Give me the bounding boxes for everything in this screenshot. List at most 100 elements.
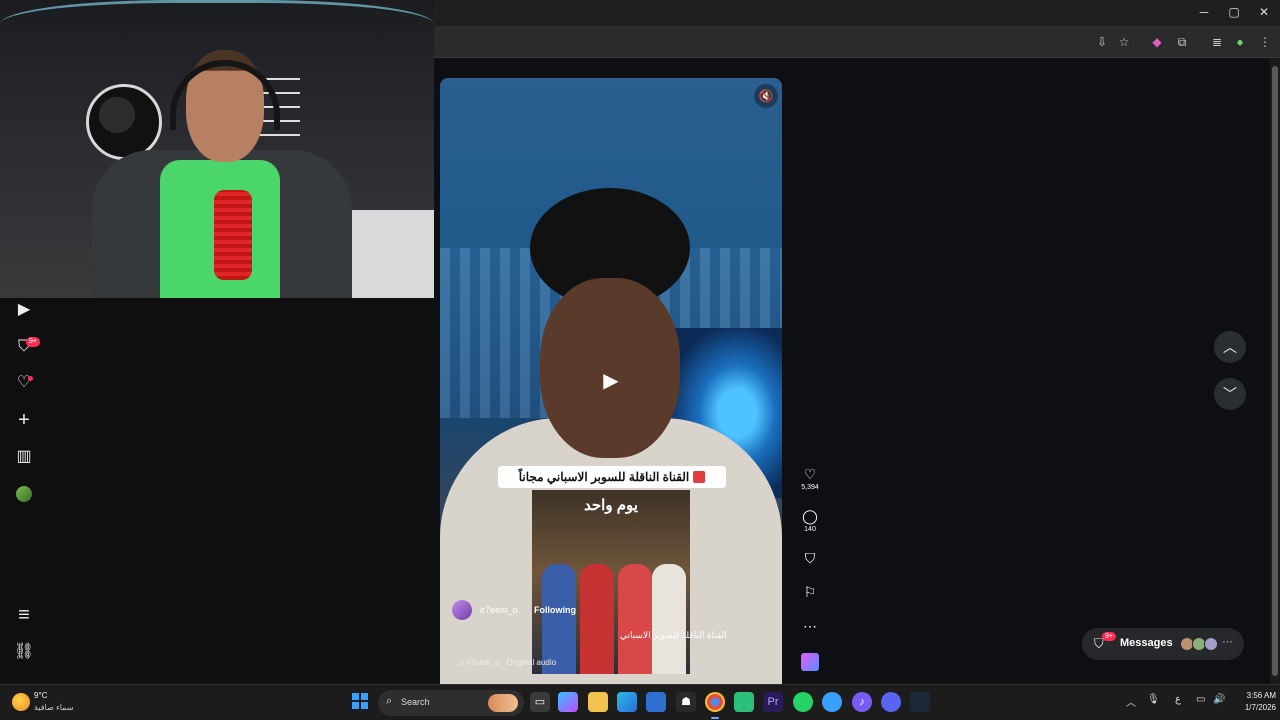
messages-button[interactable]: ⛉ 9+ Messages ⋯ [1082, 628, 1244, 660]
media-icon[interactable]: ≣ [1208, 33, 1226, 51]
active-indicator [711, 717, 719, 719]
whatsapp-icon[interactable] [793, 692, 813, 712]
comment-icon: ◯ [802, 508, 818, 524]
start-icon-part [352, 702, 359, 709]
like-button[interactable]: ♡ 5,394 [798, 465, 822, 491]
app-icon[interactable] [822, 692, 842, 712]
browser-toolbar: ⇩ ☆ ◆ ⧉ ≣ ● ⋮ [434, 26, 1280, 58]
bookmark-button[interactable]: ⚐ [798, 583, 822, 601]
comment-button[interactable]: ◯ 140 [798, 507, 822, 533]
share-button[interactable]: ⛉ [798, 549, 822, 567]
menu-icon[interactable]: ⋮ [1256, 33, 1274, 51]
analytics-icon[interactable]: ▥ [12, 445, 36, 469]
caption-text: القناة الناقلة للسوبر الاسباني مجاناً [518, 470, 690, 484]
task-view-icon[interactable]: ▭ [530, 692, 550, 712]
scrollbar-thumb[interactable] [1272, 66, 1278, 676]
share-icon: ⛉ [804, 550, 816, 566]
poster-title: يوم واحد [584, 497, 638, 514]
activity-dot [28, 376, 33, 381]
play-icon[interactable]: ▶ [598, 368, 624, 394]
video-poster: يوم واحد [532, 490, 690, 674]
chrome-icon[interactable] [705, 692, 725, 712]
steam-icon[interactable] [910, 692, 930, 712]
mute-icon[interactable]: 🔇 [754, 84, 778, 108]
inbox-icon[interactable]: ⛉ 9+ [12, 335, 40, 359]
headset [170, 60, 280, 130]
profile-avatar[interactable] [12, 482, 36, 506]
messages-label: Messages [1120, 637, 1173, 649]
comment-count: 140 [804, 526, 816, 533]
alienware-icon[interactable]: ☗ [676, 692, 696, 712]
flag-icon [693, 471, 706, 483]
copilot-icon[interactable] [558, 692, 578, 712]
activity-icon[interactable]: ♡ [12, 371, 36, 395]
close-button[interactable]: ✕ [1256, 5, 1272, 19]
author-name[interactable]: ir7eem_o [480, 600, 518, 620]
avatar [1204, 637, 1218, 651]
music-disc-icon[interactable] [801, 653, 819, 671]
webcam-overlay [0, 0, 434, 298]
video-caption: القناة الناقلة للسوبر الاسباني مجاناً [498, 466, 726, 488]
heart-icon: ♡ [803, 466, 817, 482]
browser-titlebar: ─ ▢ ✕ [434, 0, 1280, 26]
minimize-button[interactable]: ─ [1196, 5, 1212, 19]
edge-icon[interactable] [617, 692, 637, 712]
start-icon-part [352, 693, 359, 700]
clock-time: 3:56 AM [1246, 691, 1276, 700]
left-nav: ▶ ⛉ 9+ ♡ + ▥ ≡ ⛓ [0, 298, 434, 684]
desk [340, 210, 434, 298]
weather-widget[interactable]: 9°C سماء صافية [12, 689, 92, 717]
music-app-icon[interactable]: ♪ [852, 692, 872, 712]
poster-player [618, 564, 652, 674]
microphone-icon[interactable]: 🎙 [1147, 694, 1160, 705]
poster-player [652, 564, 686, 674]
profile-icon[interactable]: ● [1231, 33, 1249, 51]
camera-app-icon[interactable] [734, 692, 754, 712]
author-avatar[interactable] [452, 600, 472, 620]
start-button[interactable] [352, 693, 368, 709]
start-icon-part [361, 693, 368, 700]
weather-temp: 9°C [34, 691, 48, 700]
star-icon[interactable]: ☆ [1115, 33, 1133, 51]
bookmark-icon: ⚐ [803, 584, 817, 600]
network-icon[interactable]: ▭ [1196, 694, 1205, 705]
avatar [16, 486, 32, 502]
chevron-up-icon[interactable]: ︿ [1126, 694, 1136, 709]
premiere-icon[interactable]: Pr [763, 692, 783, 712]
taskbar-search[interactable]: ⌕ Search [378, 690, 524, 716]
previous-video-button[interactable]: ︿ [1214, 331, 1246, 363]
more-button[interactable]: ⋯ [798, 617, 822, 635]
language-indicator[interactable]: ع [1175, 694, 1181, 705]
install-icon[interactable]: ⇩ [1093, 33, 1111, 51]
volume-icon[interactable]: 🔊 [1213, 694, 1225, 705]
more-icon: ⋯ [1222, 636, 1233, 648]
settings-icon[interactable]: ⛓ [12, 640, 36, 664]
video-description: القناة الناقلة للسوبر الاسباني [620, 630, 727, 640]
clock[interactable]: 3:56 AM 1/7/2026 [1230, 690, 1276, 714]
store-icon[interactable] [646, 692, 666, 712]
clock-date: 1/7/2026 [1244, 703, 1276, 712]
discord-icon[interactable] [881, 692, 901, 712]
messages-badge: 9+ [1102, 632, 1116, 641]
like-count: 5,394 [801, 484, 819, 491]
microphone [214, 190, 252, 280]
start-icon-part [361, 702, 368, 709]
search-label: Search [401, 697, 430, 707]
extension-badge-icon[interactable]: ◆ [1148, 33, 1166, 51]
next-video-button[interactable]: ﹀ [1214, 378, 1246, 410]
puzzle-icon[interactable]: ⧉ [1173, 33, 1191, 51]
upload-icon[interactable]: + [12, 408, 36, 432]
page-scrollbar[interactable] [1270, 58, 1280, 684]
weather-icon [12, 693, 30, 711]
inbox-badge: 9+ [26, 337, 40, 347]
file-explorer-icon[interactable] [588, 692, 608, 712]
following-button[interactable]: Following [534, 600, 576, 620]
search-icon: ⌕ [386, 695, 393, 707]
chevron-up-icon: ︿ [1223, 339, 1237, 355]
taskbar: 9°C سماء صافية ⌕ Search ▭ ☗ Pr ♪ ︿ 🎙 ع ▭… [0, 684, 1280, 720]
chevron-down-icon: ﹀ [1223, 386, 1237, 402]
live-icon[interactable]: ▶ [12, 298, 36, 322]
audio-label[interactable]: ♫ ir7eem_o · Original audio [458, 658, 556, 667]
more-menu-icon[interactable]: ≡ [12, 603, 36, 627]
maximize-button[interactable]: ▢ [1226, 5, 1242, 19]
